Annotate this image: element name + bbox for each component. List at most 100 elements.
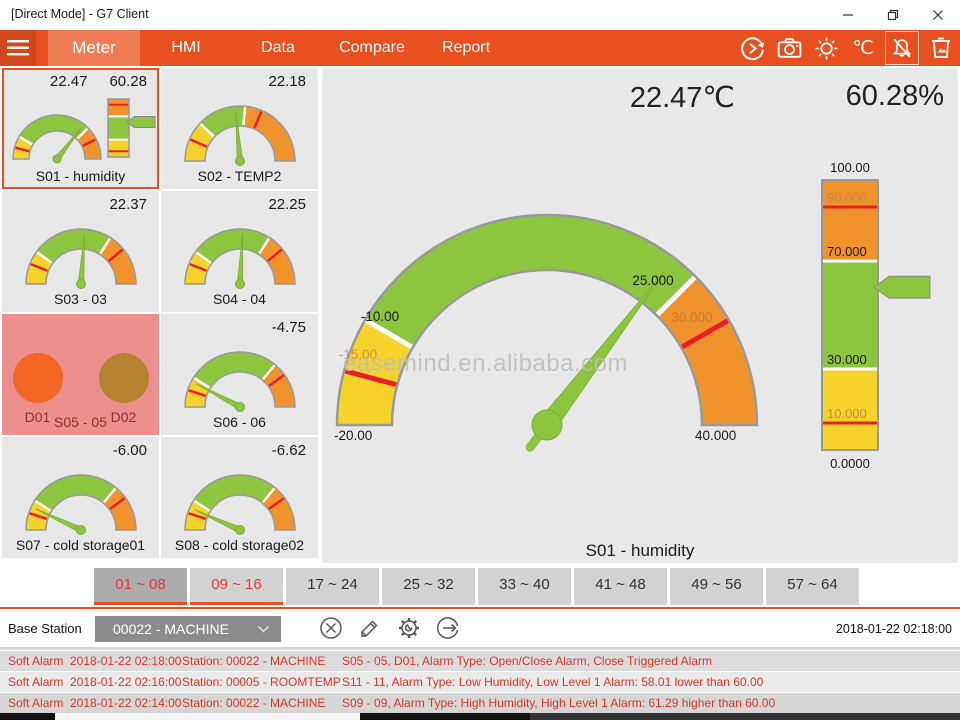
group-tab-25~32[interactable]: 25 ~ 32	[382, 568, 475, 605]
minimize-button[interactable]	[825, 0, 870, 30]
nav-tab-report[interactable]: Report	[420, 30, 512, 66]
card-values: 22.18	[163, 70, 316, 93]
nav-tab-data[interactable]: Data	[232, 30, 324, 66]
sensor-card-s06[interactable]: -4.75 S06 - 06	[161, 314, 318, 435]
mini-gauge	[164, 339, 316, 413]
go-icon[interactable]	[435, 615, 461, 641]
card-value: 22.25	[268, 196, 306, 216]
cancel-icon[interactable]	[318, 615, 344, 641]
alarm-station: Station: 00022 - MACHINE	[182, 696, 342, 710]
alarm-message: S05 - 05, D01, Alarm Type: Open/Close Al…	[342, 654, 960, 668]
gauge-warn-high-label: 25.000	[632, 273, 673, 288]
alarm-type: Soft Alarm	[8, 654, 70, 668]
mini-gauge	[164, 216, 316, 290]
group-tabs: 01 ~ 0809 ~ 1617 ~ 2425 ~ 3233 ~ 4041 ~ …	[0, 568, 960, 607]
card-label: S02 - TEMP2	[163, 168, 316, 184]
alarm-message: S11 - 11, Alarm Type: Low Humidity, Low …	[342, 675, 960, 689]
card-values: -6.62	[163, 439, 316, 462]
nav-tab-compare[interactable]: Compare	[326, 30, 418, 66]
mini-gauge	[164, 93, 316, 167]
group-tab-57~64[interactable]: 57 ~ 64	[766, 568, 859, 605]
group-tab-49~56[interactable]: 49 ~ 56	[670, 568, 763, 605]
mini-gauge	[5, 93, 157, 167]
sensor-card-s07[interactable]: -6.00S07 - cold storage01	[2, 437, 159, 558]
close-button[interactable]	[915, 0, 960, 30]
menu-button[interactable]	[0, 30, 36, 66]
base-station-dropdown[interactable]: 00022 - MACHINE	[95, 616, 281, 642]
alarm-station: Station: 00022 - MACHINE	[182, 654, 342, 668]
sync-icon[interactable]	[737, 33, 767, 63]
card-values: -6.00	[4, 439, 157, 462]
group-tab-17~24[interactable]: 17 ~ 24	[286, 568, 379, 605]
alarm-row[interactable]: Soft Alarm2018-01-22 02:18:00Station: 00…	[0, 651, 960, 671]
gauge-warn-low-label: -10.00	[361, 309, 399, 324]
card-value: -6.00	[113, 442, 147, 462]
content-area: 22.47 60.28 S01 - humidity 22.18 S02 - TEMP2…	[0, 66, 960, 563]
group-tab-09~16[interactable]: 09 ~ 16	[190, 568, 283, 605]
card-label: S03 - 03	[4, 291, 157, 307]
alarm-row[interactable]: Soft Alarm2018-01-22 02:16:00Station: 00…	[0, 672, 960, 692]
edit-icon[interactable]	[357, 615, 383, 641]
toolbar-icons	[318, 615, 461, 641]
nav-actions: ℃	[737, 30, 956, 66]
card-value: 22.37	[109, 196, 147, 216]
alarm-row[interactable]: Soft Alarm2018-01-22 02:14:00Station: 00…	[0, 693, 960, 713]
card-value: 60.28	[109, 73, 147, 93]
mini-gauge	[5, 216, 157, 290]
group-tab-01~08[interactable]: 01 ~ 08	[94, 568, 187, 605]
main-nav: MeterHMIDataCompareReport	[0, 30, 960, 66]
celsius-icon[interactable]: ℃	[848, 33, 878, 63]
brightness-icon[interactable]	[811, 33, 841, 63]
main-meter-panel: -20.0040.000-10.0025.00030.000-15.00100.…	[322, 68, 958, 563]
card-values: 22.37	[4, 193, 157, 216]
gauge-alarm-high-label: 30.000	[671, 310, 712, 325]
group-tab-33~40[interactable]: 33 ~ 40	[478, 568, 571, 605]
bar-label-90.000: 90.000	[827, 190, 867, 205]
card-value: 22.47	[50, 73, 88, 93]
sensor-card-s03[interactable]: 22.37 S03 - 03	[2, 191, 159, 312]
card-value: -4.75	[272, 319, 306, 339]
sensor-card-s02[interactable]: 22.18 S02 - TEMP2	[161, 68, 318, 189]
selected-sensor-label: S01 - humidity	[322, 541, 958, 561]
current-timestamp: 2018-01-22 02:18:00	[836, 622, 952, 636]
settings-icon[interactable]	[396, 615, 422, 641]
app-window: [Direct Mode] - G7 Client MeterHMI	[0, 0, 960, 720]
mini-gauge	[5, 462, 157, 536]
title-bar: [Direct Mode] - G7 Client	[0, 0, 960, 30]
sensor-grid: 22.47 60.28 S01 - humidity 22.18 S02 - TEMP2…	[2, 68, 320, 558]
card-values: -4.75	[163, 316, 316, 339]
bar-min-label: 0.0000	[830, 456, 870, 471]
alarm-type: Soft Alarm	[8, 675, 70, 689]
sensor-card-s01[interactable]: 22.47 60.28 S01 - humidity	[2, 68, 159, 189]
card-label: S08 - cold storage02	[163, 537, 316, 553]
restore-button[interactable]	[870, 0, 915, 30]
snapshot-icon[interactable]	[926, 33, 956, 63]
card-label: S01 - humidity	[4, 168, 157, 184]
bottom-toolbar: Base Station 00022 - MACHINE	[0, 610, 960, 647]
nav-tab-meter[interactable]: Meter	[48, 30, 140, 66]
window-controls	[825, 0, 960, 30]
group-tab-41~48[interactable]: 41 ~ 48	[574, 568, 667, 605]
sensor-card-s05[interactable]: D01D02S05 - 05	[2, 314, 159, 435]
alarm-time: 2018-01-22 02:16:00	[70, 675, 182, 689]
alarm-time: 2018-01-22 02:14:00	[70, 696, 182, 710]
sensor-card-s04[interactable]: 22.25 S04 - 04	[161, 191, 318, 312]
nav-tab-hmi[interactable]: HMI	[140, 30, 232, 66]
card-value: 22.18	[268, 73, 306, 93]
card-label: S05 - 05	[4, 414, 157, 430]
card-values: 22.47 60.28	[4, 70, 157, 93]
card-values: 22.25	[163, 193, 316, 216]
toolbar-separator	[0, 647, 960, 650]
alarm-mute-icon[interactable]	[885, 31, 919, 65]
sensor-card-s08[interactable]: -6.62 S08 - cold storage02	[161, 437, 318, 558]
alarm-time: 2018-01-22 02:18:00	[70, 654, 182, 668]
dio-indicator	[13, 353, 63, 403]
bar-label-10.000: 10.000	[827, 406, 867, 421]
watermark: easemind.en.alibaba.com	[343, 350, 628, 378]
temperature-reading: 22.47℃	[522, 80, 735, 115]
card-label: S04 - 04	[163, 291, 316, 307]
card-label: S06 - 06	[163, 414, 316, 430]
gauge-min-label: -20.00	[334, 428, 372, 443]
camera-icon[interactable]	[774, 33, 804, 63]
bottom-strip	[0, 713, 960, 720]
